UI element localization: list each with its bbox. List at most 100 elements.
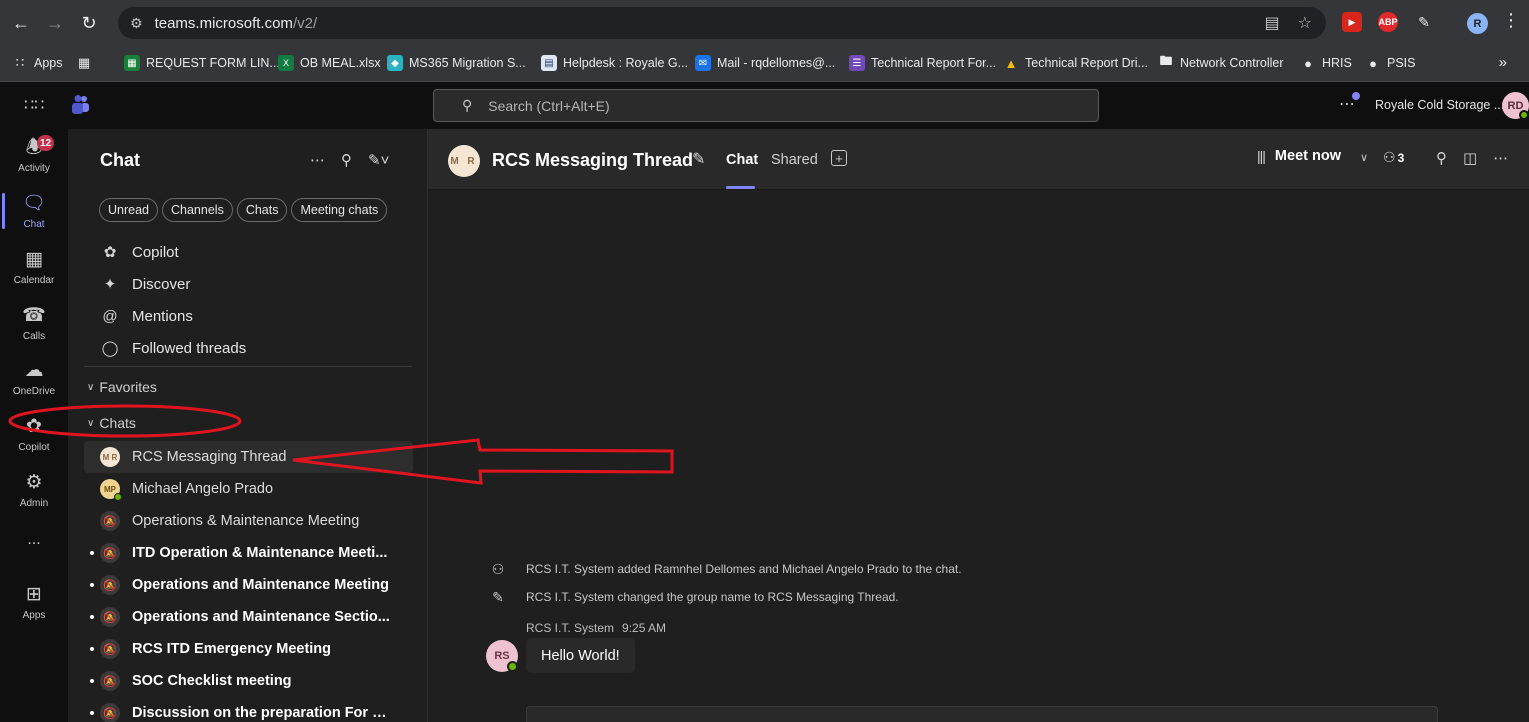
extensions-puzzle-icon[interactable]: ✎ <box>1414 12 1434 32</box>
excel-icon: X <box>278 55 294 71</box>
tab-shared[interactable]: Shared <box>771 152 818 168</box>
bookmark-network-controller[interactable]: 🖿 Network Controller <box>1158 53 1283 71</box>
rail-activity[interactable]: 🕭 Activity 12 <box>0 129 68 181</box>
filter-search-icon[interactable]: ⚲ <box>341 151 352 169</box>
more-options-icon[interactable]: ⋯ <box>310 151 325 169</box>
filter-unread[interactable]: Unread <box>99 198 158 222</box>
rail-apps[interactable]: ⊞ Apps <box>0 576 68 628</box>
address-bar[interactable]: ⚙ teams.microsoft.com/v2/ ▤ ☆ <box>118 7 1326 39</box>
rail-chat[interactable]: 🗨 Chat <box>0 185 68 237</box>
chevron-down-icon[interactable]: ∨ <box>1360 151 1368 164</box>
chat-item-michael-angelo-prado[interactable]: MP Michael Angelo Prado <box>84 473 413 505</box>
more-options-icon[interactable]: ⋯ <box>1493 149 1508 167</box>
new-chat-icon[interactable]: ✎˅ <box>368 151 389 169</box>
extension-red-icon[interactable]: ▶ <box>1342 12 1362 32</box>
helpdesk-icon: ▤ <box>541 55 557 71</box>
bookmark-ob-meal[interactable]: X OB MEAL.xlsx <box>278 55 381 71</box>
search-in-chat-icon[interactable]: ⚲ <box>1436 149 1447 167</box>
bookmark-ms365-migration[interactable]: ◆ MS365 Migration S... <box>387 55 526 71</box>
rail-onedrive[interactable]: ☁ OneDrive <box>0 352 68 404</box>
back-icon[interactable]: ← <box>8 10 34 36</box>
search-input[interactable] <box>488 97 889 114</box>
add-tab-icon[interactable]: + <box>831 150 847 166</box>
rail-calendar[interactable]: ▦ Calendar <box>0 241 68 293</box>
chat-item-soc-checklist-meeting[interactable]: 🔕 SOC Checklist meeting <box>84 665 413 697</box>
mail-icon: ✉ <box>695 55 711 71</box>
chevron-down-icon: ∨ <box>87 381 95 393</box>
bookmark-technical-report-drive[interactable]: ▲ Technical Report Dri... <box>1003 55 1148 71</box>
group-avatar[interactable]: M R <box>448 145 480 177</box>
chat-item-operations-maintenance-meeting[interactable]: 🔕 Operations & Maintenance Meeting <box>84 505 413 537</box>
bookmarks-overflow-icon[interactable]: » <box>1499 54 1507 71</box>
rail-calls[interactable]: ☎ Calls <box>0 297 68 349</box>
browser-menu-icon[interactable]: ⋮ <box>1502 10 1520 31</box>
chat-item-operations-and-maintenance-meeting[interactable]: 🔕 Operations and Maintenance Meeting <box>84 569 413 601</box>
browser-profile-avatar[interactable]: R <box>1467 13 1488 34</box>
bookmark-helpdesk[interactable]: ▤ Helpdesk : Royale G... <box>541 55 688 71</box>
presence-available-icon <box>1519 110 1529 120</box>
bookmark-request-form[interactable]: ▦ REQUEST FORM LIN... <box>124 55 280 71</box>
bookmark-mail[interactable]: ✉ Mail - rqdellomes@... <box>695 55 835 71</box>
filter-meeting-chats[interactable]: Meeting chats <box>291 198 388 222</box>
bookmark-label: Apps <box>34 56 63 70</box>
chat-bubble-icon: 🗨 <box>21 192 47 214</box>
search-box[interactable]: ⚲ <box>433 89 1099 122</box>
copilot-icon: ✿ <box>103 244 117 261</box>
pane-title: Chat <box>100 150 140 170</box>
edit-name-icon[interactable]: ✎ <box>692 149 705 169</box>
compose-box[interactable] <box>526 706 1438 722</box>
nav-followed-threads[interactable]: ◯ Followed threads <box>100 334 247 362</box>
rail-label: Copilot <box>18 441 50 453</box>
rail-copilot[interactable]: ✿ Copilot <box>0 408 68 460</box>
unread-dot <box>90 679 94 683</box>
forward-icon[interactable]: → <box>42 10 68 36</box>
nav-mentions[interactable]: @ Mentions <box>100 302 193 330</box>
admin-gear-icon: ⚙ <box>25 471 43 493</box>
install-app-icon[interactable]: ▤ <box>1265 13 1280 33</box>
site-info-icon[interactable]: ⚙ <box>130 15 143 32</box>
address-url: teams.microsoft.com/v2/ <box>155 15 318 32</box>
pencil-icon: ✎ <box>492 588 504 605</box>
presence-available-icon <box>114 493 122 501</box>
bookmark-star-icon[interactable]: ☆ <box>1298 13 1312 33</box>
nav-discover[interactable]: ✦ Discover <box>100 270 191 298</box>
filter-chats[interactable]: Chats <box>236 198 288 222</box>
muted-meeting-icon: 🔕 <box>100 607 120 627</box>
rail-label: Calls <box>22 330 46 342</box>
section-label: Favorites <box>99 379 157 395</box>
message-meta: RCS I.T. System 9:25 AM <box>526 621 666 635</box>
reload-icon[interactable]: ↻ <box>76 10 102 36</box>
nav-copilot[interactable]: ✿ Copilot <box>100 238 179 266</box>
section-chats[interactable]: ∨ Chats <box>87 412 136 434</box>
message-bubble[interactable]: Hello World! <box>526 638 635 673</box>
chat-item-rcs-itd-emergency-meeting[interactable]: 🔕 RCS ITD Emergency Meeting <box>84 633 413 665</box>
chat-item-discussion-preparation[interactable]: 🔕 Discussion on the preparation For U... <box>84 697 413 722</box>
chat-item-operations-and-maintenance-section[interactable]: 🔕 Operations and Maintenance Sectio... <box>84 601 413 633</box>
bookmark-psis[interactable]: ● PSIS <box>1365 55 1415 71</box>
apps-grid-icon: ∷ <box>15 55 25 70</box>
chat-item-rcs-messaging-thread[interactable]: M R RCS Messaging Thread <box>84 441 413 473</box>
bookmark-label: Mail - rqdellomes@... <box>717 56 836 70</box>
bookmark-label: Helpdesk : Royale G... <box>563 56 689 70</box>
org-name[interactable]: Royale Cold Storage ... <box>1375 98 1504 112</box>
nav-label: Copilot <box>132 243 179 261</box>
bookmark-tab-groups[interactable]: ▦ <box>76 55 98 71</box>
bookmark-hris[interactable]: ● HRIS <box>1300 55 1352 71</box>
bookmark-technical-report-form[interactable]: ☰ Technical Report For... <box>849 55 996 71</box>
url-path: /v2/ <box>292 14 318 32</box>
participants-button[interactable]: ⚇ 3 <box>1383 149 1404 166</box>
chat-item-itd-operation-maintenance[interactable]: 🔕 ITD Operation & Maintenance Meeti... <box>84 537 413 569</box>
open-side-panel-icon[interactable]: ◫ <box>1463 149 1477 167</box>
app-launcher-icon[interactable]: ∷∷ <box>24 95 44 115</box>
drive-icon: ▲ <box>1004 55 1018 71</box>
rail-admin[interactable]: ⚙ Admin <box>0 464 68 516</box>
meet-now-button[interactable]: ||| Meet now <box>1257 148 1341 164</box>
rail-more[interactable]: ... <box>0 523 68 559</box>
calendar-icon: ▦ <box>25 248 43 270</box>
section-favorites[interactable]: ∨ Favorites <box>87 376 157 398</box>
chat-item-label: SOC Checklist meeting <box>132 673 292 689</box>
adblock-plus-icon[interactable]: ABP <box>1378 12 1398 32</box>
filter-channels[interactable]: Channels <box>162 198 233 222</box>
bookmark-apps[interactable]: ∷ Apps <box>12 55 63 71</box>
tab-chat[interactable]: Chat <box>726 152 758 168</box>
